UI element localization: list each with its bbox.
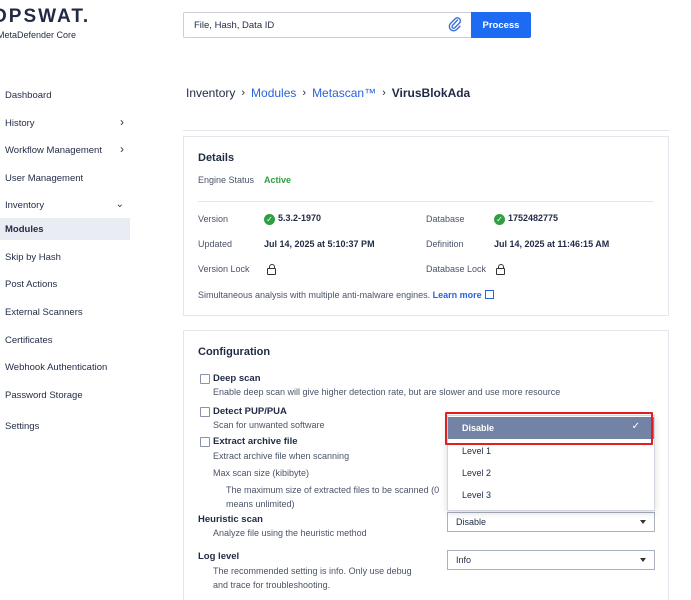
sidebar-item-label: Settings (5, 420, 40, 432)
definition-label: Definition (426, 239, 464, 249)
lock-icon[interactable] (496, 264, 505, 275)
extract-archive-title: Extract archive file (213, 436, 298, 447)
version-label: Version (198, 214, 229, 224)
check-circle-icon: ✓ (264, 214, 275, 225)
details-title: Details (198, 152, 235, 164)
max-scan-size-desc-2: means unlimited) (226, 499, 295, 509)
extract-archive-checkbox[interactable] (200, 437, 210, 447)
sidebar-item-inventory[interactable]: Inventory ⌄ (0, 194, 130, 216)
detect-pup-title: Detect PUP/PUA (213, 406, 287, 417)
brand-logo: OPSWAT. (0, 6, 91, 27)
details-note: Simultaneous analysis with multiple anti… (198, 290, 494, 300)
updated-value: Jul 14, 2025 at 5:10:37 PM (264, 239, 375, 249)
breadcrumb: Inventory › Modules › Metascan™ › VirusB… (186, 86, 476, 100)
configuration-title: Configuration (198, 346, 271, 358)
deep-scan-checkbox[interactable] (200, 374, 210, 384)
chevron-right-icon: › (241, 87, 246, 99)
heuristic-scan-value: Disable (456, 517, 487, 527)
sidebar-item-label: User Management (5, 172, 84, 184)
learn-more-link[interactable]: Learn more (433, 290, 482, 300)
sidebar-item-settings[interactable]: Settings (0, 415, 130, 437)
sidebar-item-label: Webhook Authentication (5, 361, 108, 373)
caret-down-icon (640, 558, 646, 562)
deep-scan-desc: Enable deep scan will give higher detect… (213, 387, 561, 397)
log-level-value: Info (456, 555, 472, 565)
max-scan-size-title: Max scan size (kibibyte) (213, 468, 310, 478)
chevron-right-icon: › (120, 142, 124, 156)
sidebar-item-password-storage[interactable]: Password Storage (0, 384, 130, 406)
dropdown-option-level-2[interactable]: Level 2 (448, 462, 654, 484)
engine-status-value: Active (264, 175, 292, 185)
details-card: Details Engine Status Active Version ✓ 5.… (183, 136, 669, 316)
max-scan-size-desc-1: The maximum size of extracted files to b… (226, 485, 440, 495)
sidebar-item-user-management[interactable]: User Management (0, 167, 130, 189)
sidebar-item-webhook-authentication[interactable]: Webhook Authentication (0, 356, 130, 378)
engine-status-label: Engine Status (198, 175, 255, 185)
note-text: Simultaneous analysis with multiple anti… (198, 290, 431, 300)
sidebar-item-label: Workflow Management (5, 144, 102, 156)
paperclip-icon[interactable] (448, 16, 462, 32)
process-button[interactable]: Process (471, 12, 531, 38)
sidebar-item-label: History (5, 117, 35, 129)
log-level-desc-1: The recommended setting is info. Only us… (213, 566, 412, 576)
sidebar-item-workflow-management[interactable]: Workflow Management › (0, 139, 130, 161)
breadcrumb-current: VirusBlokAda (391, 86, 471, 100)
sidebar-item-history[interactable]: History › (0, 112, 130, 134)
chevron-right-icon: › (120, 115, 124, 129)
database-text: 1752482775 (508, 213, 559, 223)
breadcrumb-metascan[interactable]: Metascan™ (312, 86, 376, 100)
external-link-icon[interactable] (484, 290, 494, 299)
check-circle-icon: ✓ (494, 214, 505, 225)
definition-value: Jul 14, 2025 at 11:46:15 AM (494, 239, 610, 249)
divider (198, 201, 654, 202)
lock-icon[interactable] (267, 264, 276, 275)
version-text: 5.3.2-1970 (278, 213, 322, 223)
log-level-title: Log level (198, 551, 240, 562)
detect-pup-desc: Scan for unwanted software (213, 420, 325, 430)
sidebar-item-label: External Scanners (5, 306, 83, 318)
heuristic-scan-select[interactable]: Disable (447, 512, 655, 532)
extract-archive-desc: Extract archive file when scanning (213, 451, 350, 461)
caret-down-icon (640, 520, 646, 524)
chevron-right-icon: › (302, 87, 307, 99)
sidebar-item-skip-by-hash[interactable]: Skip by Hash (0, 246, 130, 268)
dropdown-option-level-3[interactable]: Level 3 (448, 484, 654, 506)
sidebar-item-label: Password Storage (5, 389, 83, 401)
sidebar-item-modules[interactable]: Modules (0, 218, 130, 240)
divider (183, 130, 669, 131)
sidebar: OPSWAT. MetaDefender Core Dashboard Hist… (0, 0, 130, 600)
log-level-desc-2: and trace for troubleshooting. (213, 580, 331, 590)
sidebar-item-dashboard[interactable]: Dashboard (0, 84, 130, 106)
database-label: Database (426, 214, 465, 224)
sidebar-item-external-scanners[interactable]: External Scanners (0, 301, 130, 323)
sidebar-item-label: Skip by Hash (5, 251, 61, 263)
sidebar-item-label: Certificates (5, 334, 53, 346)
chevron-right-icon: › (382, 87, 386, 99)
version-value: ✓ 5.3.2-1970 (264, 213, 321, 225)
log-level-select[interactable]: Info (447, 550, 655, 570)
breadcrumb-modules[interactable]: Modules (251, 86, 296, 100)
search-input[interactable]: File, Hash, Data ID (183, 12, 471, 38)
updated-label: Updated (198, 239, 233, 249)
deep-scan-title: Deep scan (213, 373, 261, 384)
sidebar-item-certificates[interactable]: Certificates (0, 329, 130, 351)
database-value: ✓ 1752482775 (494, 213, 558, 225)
sidebar-item-label: Inventory (5, 199, 45, 211)
heuristic-scan-title: Heuristic scan (198, 514, 263, 525)
database-lock-label: Database Lock (426, 264, 487, 274)
heuristic-scan-desc: Analyze file using the heuristic method (213, 528, 367, 538)
sidebar-item-label: Post Actions (5, 278, 58, 290)
product-name: MetaDefender Core (0, 30, 77, 40)
breadcrumb-inventory[interactable]: Inventory (186, 86, 235, 100)
sidebar-item-label: Dashboard (5, 89, 52, 101)
version-lock-label: Version Lock (198, 264, 250, 274)
highlight-annotation (445, 412, 653, 445)
detect-pup-checkbox[interactable] (200, 407, 210, 417)
chevron-down-icon: ⌄ (115, 199, 124, 210)
sidebar-item-post-actions[interactable]: Post Actions (0, 273, 130, 295)
sidebar-item-label: Modules (5, 223, 44, 235)
